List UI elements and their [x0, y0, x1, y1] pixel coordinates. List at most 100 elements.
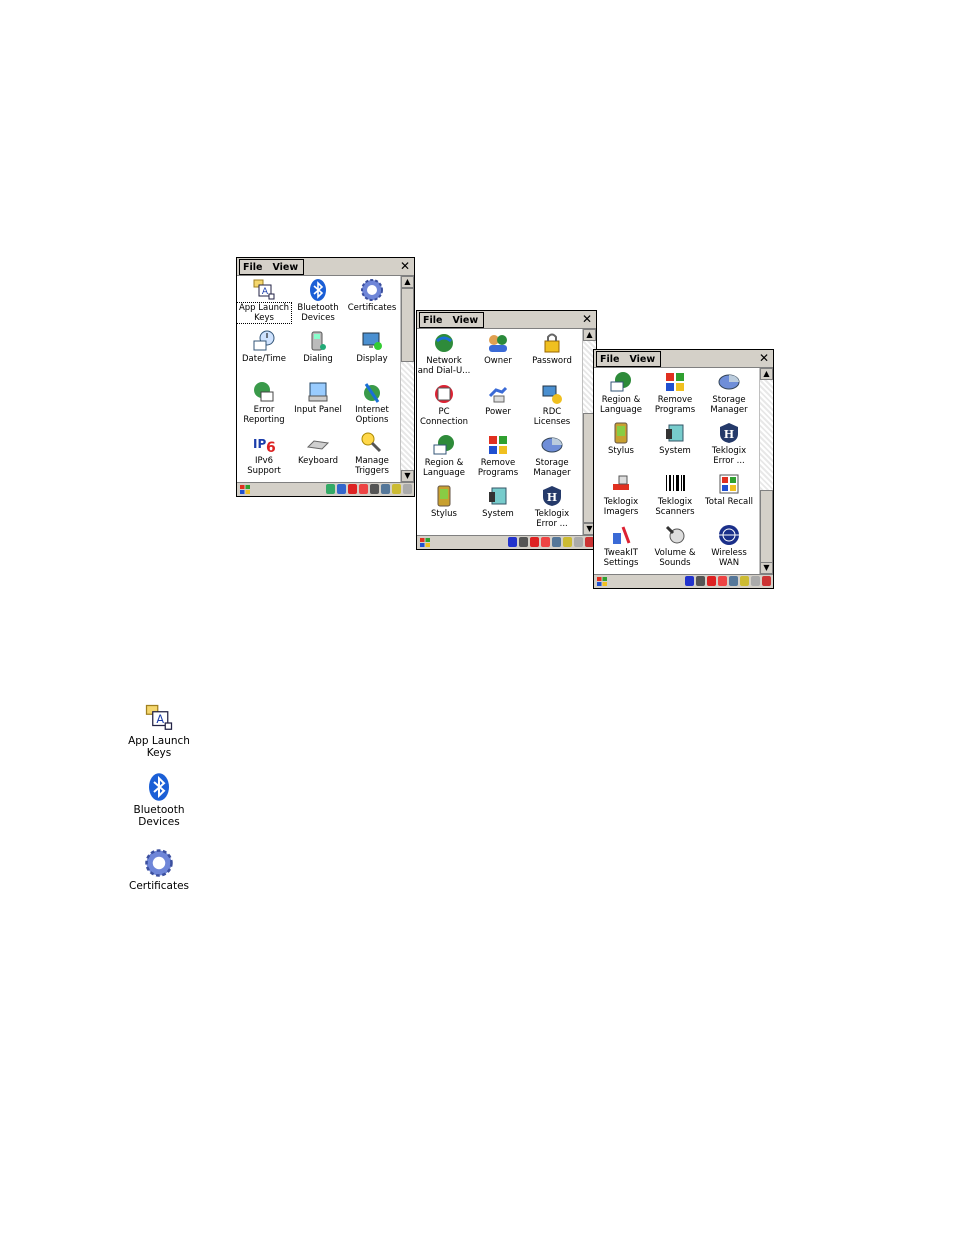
tray-alert-icon[interactable]	[718, 576, 727, 586]
control-panel-item[interactable]: Bluetooth Devices	[291, 278, 345, 323]
menu-view[interactable]: View	[272, 262, 298, 273]
standalone-certificates: Certificates	[119, 848, 199, 892]
scroll-up-button[interactable]: ▲	[583, 329, 596, 341]
control-panel-item[interactable]: Dialing	[291, 329, 345, 364]
control-panel-item[interactable]: Internet Options	[345, 380, 399, 425]
control-panel-item[interactable]: Display	[345, 329, 399, 364]
control-panel-item[interactable]: H Teklogix Error ...	[702, 421, 756, 466]
scroll-up-button[interactable]: ▲	[760, 368, 773, 380]
control-panel-item[interactable]: Teklogix Imagers	[594, 472, 648, 517]
vertical-scrollbar[interactable]: ▲ ▼	[759, 368, 773, 574]
control-panel-item[interactable]: Certificates	[345, 278, 399, 313]
scroll-thumb[interactable]	[401, 288, 414, 362]
control-panel-item[interactable]: RDC Licenses	[525, 382, 579, 427]
password-icon	[540, 331, 564, 355]
tray-ie-icon[interactable]	[370, 484, 379, 494]
control-panel-item[interactable]: Network and Dial-U...	[417, 331, 471, 376]
menu-file[interactable]: File	[600, 354, 619, 365]
control-panel-item[interactable]: Owner	[471, 331, 525, 366]
control-panel-item[interactable]: Wireless WAN	[702, 523, 756, 568]
menu-view[interactable]: View	[629, 354, 655, 365]
control-panel-item[interactable]: Manage Triggers	[345, 431, 399, 476]
system-icon	[663, 421, 687, 445]
tray-sync-icon[interactable]	[729, 576, 738, 586]
tray-blue-icon[interactable]	[508, 537, 517, 547]
windows-start-icon[interactable]	[419, 537, 431, 548]
vertical-scrollbar[interactable]: ▲ ▼	[400, 276, 414, 482]
item-label: Volume & Sounds	[654, 548, 696, 568]
rdc-licenses-icon	[540, 382, 564, 406]
control-panel-item[interactable]: PC Connection	[417, 382, 471, 427]
tray-wifi-icon[interactable]	[337, 484, 346, 494]
control-panel-item[interactable]: Teklogix Scanners	[648, 472, 702, 517]
control-panel-item[interactable]: System	[648, 421, 702, 456]
app-launch-keys-icon: A	[252, 278, 276, 302]
tray-alert-icon[interactable]	[359, 484, 368, 494]
control-panel-item[interactable]: Input Panel	[291, 380, 345, 415]
item-label: Display	[356, 354, 388, 364]
control-panel-item[interactable]: Region & Language	[417, 433, 471, 478]
tray-battery-icon[interactable]	[740, 576, 749, 586]
close-button[interactable]: ✕	[580, 312, 594, 326]
storage-manager-icon	[717, 370, 741, 394]
scroll-down-button[interactable]: ▼	[760, 562, 773, 574]
control-panel-item[interactable]: TweakIT Settings	[594, 523, 648, 568]
control-panel-item[interactable]: Stylus	[417, 484, 471, 519]
control-panel-window-1: File View ✕ ▲ ▼ A App Launch Keys Bluetoot…	[236, 257, 415, 497]
scroll-down-button[interactable]: ▼	[401, 470, 414, 482]
volume-sounds-icon	[663, 523, 687, 547]
control-panel-item[interactable]: Remove Programs	[471, 433, 525, 478]
control-panel-item[interactable]: Password	[525, 331, 579, 366]
tray-alert-icon[interactable]	[541, 537, 550, 547]
control-panel-item[interactable]: Region & Language	[594, 370, 648, 415]
control-panel-item[interactable]: A App Launch Keys	[236, 278, 292, 324]
tray-pen-icon[interactable]	[762, 576, 771, 586]
tray-battery-icon[interactable]	[392, 484, 401, 494]
tray-power-icon[interactable]	[403, 484, 412, 494]
control-panel-item[interactable]: System	[471, 484, 525, 519]
tray-no-signal-icon[interactable]	[348, 484, 357, 494]
tray-ie-icon[interactable]	[519, 537, 528, 547]
control-panel-item[interactable]: Keyboard	[291, 431, 345, 466]
tray-battery-icon[interactable]	[563, 537, 572, 547]
item-label: Dialing	[303, 354, 333, 364]
control-panel-item[interactable]: Power	[471, 382, 525, 417]
tray-sync-icon[interactable]	[381, 484, 390, 494]
control-panel-item[interactable]: Stylus	[594, 421, 648, 456]
control-panel-item[interactable]: Storage Manager	[525, 433, 579, 478]
item-label: Bluetooth Devices	[297, 303, 339, 323]
manage-triggers-icon	[360, 431, 384, 455]
windows-start-icon[interactable]	[239, 484, 251, 495]
tray-blue-icon[interactable]	[685, 576, 694, 586]
menu-file[interactable]: File	[423, 315, 442, 326]
control-panel-item[interactable]: Remove Programs	[648, 370, 702, 415]
system-tray	[508, 537, 594, 548]
tray-network-icon[interactable]	[326, 484, 335, 494]
control-panel-item[interactable]: Storage Manager	[702, 370, 756, 415]
item-label: Region & Language	[423, 458, 465, 478]
tray-no-signal-icon[interactable]	[707, 576, 716, 586]
menu-bar: File View ✕	[417, 311, 596, 329]
tray-no-signal-icon[interactable]	[530, 537, 539, 547]
menu-file[interactable]: File	[243, 262, 262, 273]
control-panel-item[interactable]: Volume & Sounds	[648, 523, 702, 568]
control-panel-item[interactable]: Error Reporting	[237, 380, 291, 425]
close-button[interactable]: ✕	[757, 351, 771, 365]
tray-sync-icon[interactable]	[552, 537, 561, 547]
scroll-thumb[interactable]	[760, 490, 773, 564]
menu-view[interactable]: View	[452, 315, 478, 326]
menu-group: File View	[239, 259, 305, 275]
teklogix-scanners-icon	[663, 472, 687, 496]
system-icon	[486, 484, 510, 508]
scroll-up-button[interactable]: ▲	[401, 276, 414, 288]
control-panel-item[interactable]: Date/Time	[237, 329, 291, 364]
control-panel-item[interactable]: Total Recall	[702, 472, 756, 507]
taskbar	[237, 482, 414, 496]
tray-ie-icon[interactable]	[696, 576, 705, 586]
tray-power-icon[interactable]	[751, 576, 760, 586]
control-panel-item[interactable]: H Teklogix Error ...	[525, 484, 579, 529]
control-panel-item[interactable]: IP 6 IPv6 Support	[237, 431, 291, 476]
close-button[interactable]: ✕	[398, 259, 412, 273]
windows-start-icon[interactable]	[596, 576, 608, 587]
tray-power-icon[interactable]	[574, 537, 583, 547]
